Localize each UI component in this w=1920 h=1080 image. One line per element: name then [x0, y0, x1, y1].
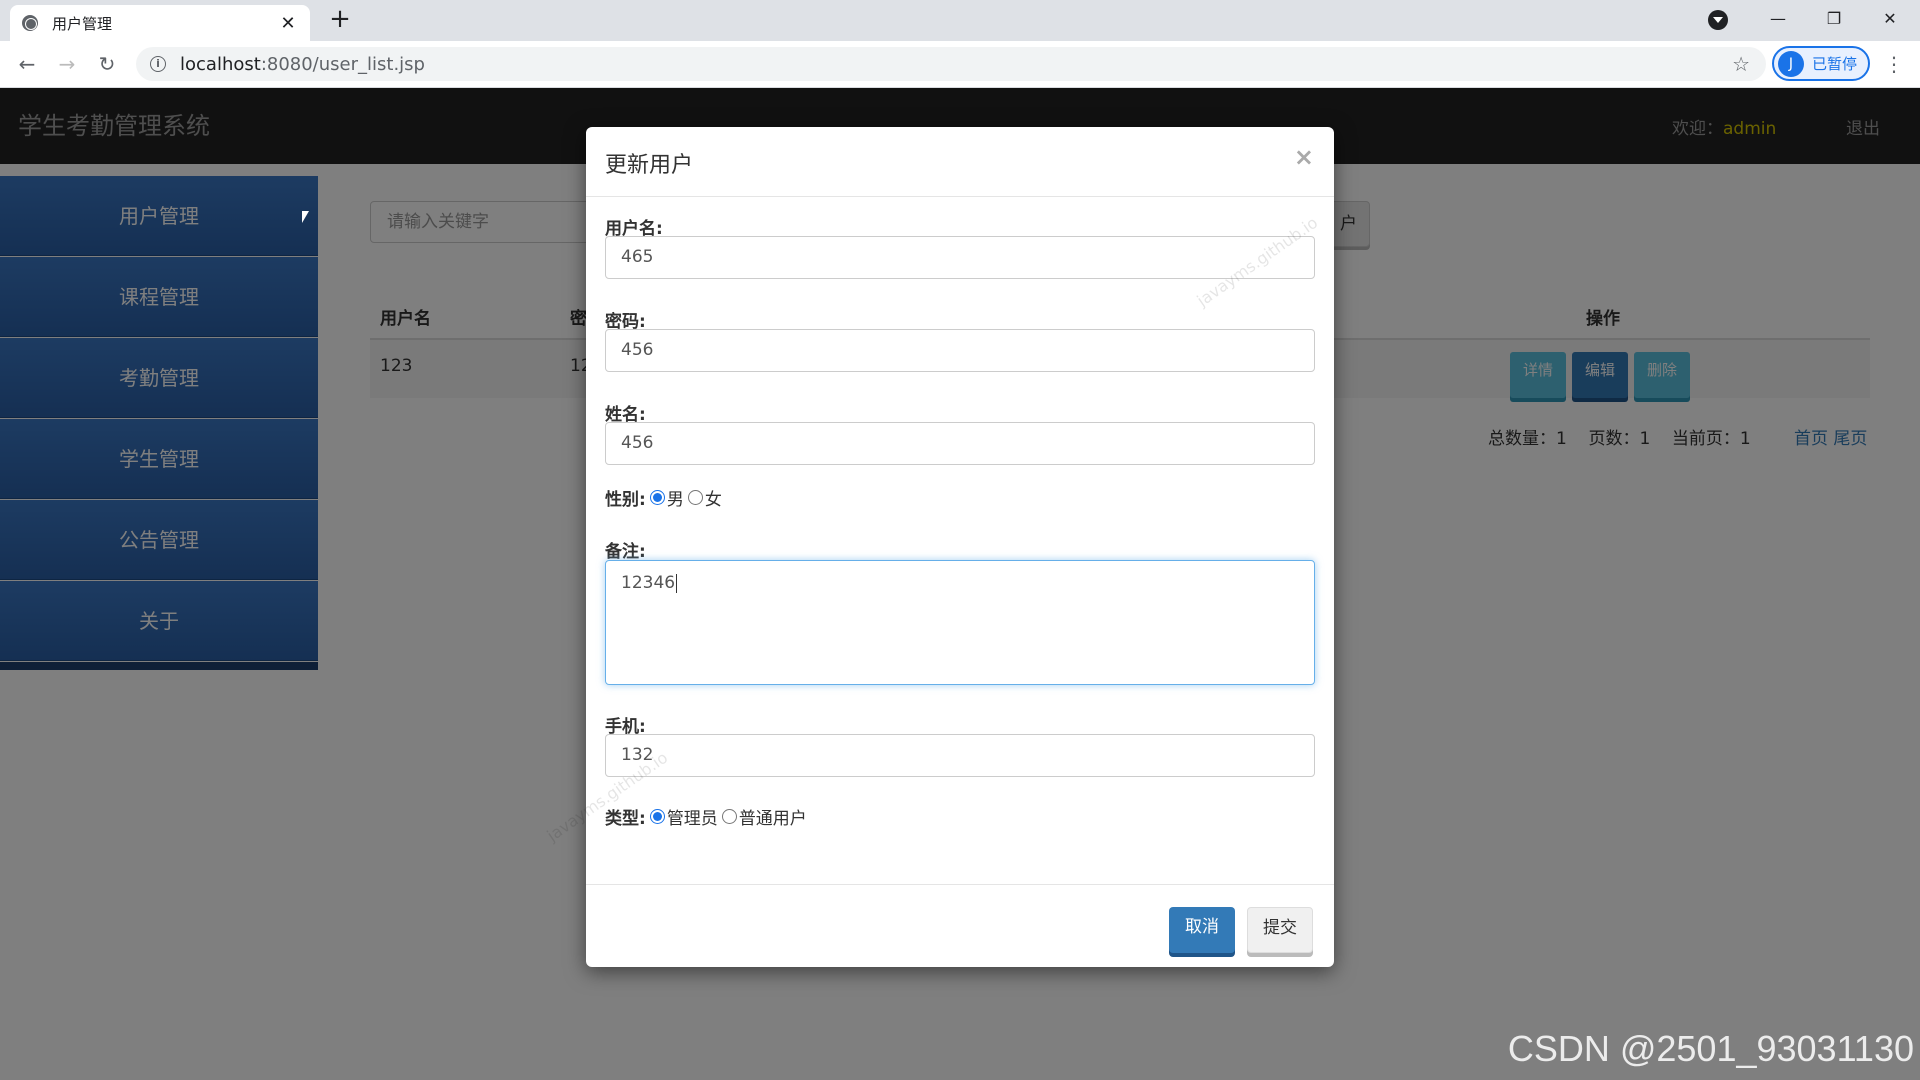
- window-close-icon[interactable]: ✕: [1862, 0, 1918, 36]
- page: 学生考勤管理系统 欢迎：admin 退出 用户管理 课程管理 考勤管理 学生管理…: [0, 88, 1920, 1080]
- gender-female-radio[interactable]: [687, 490, 703, 505]
- gender-female-label[interactable]: 女: [705, 485, 722, 510]
- minimize-icon[interactable]: —: [1750, 0, 1806, 36]
- tab-title: 用户管理: [52, 14, 113, 33]
- remark-textarea[interactable]: 12346: [605, 560, 1315, 685]
- username-field[interactable]: 465: [605, 236, 1315, 279]
- dialog-title: 更新用户: [605, 153, 694, 178]
- bookmark-star-icon[interactable]: ☆: [1732, 52, 1750, 76]
- address-bar[interactable]: i localhost:8080/user_list.jsp ☆: [136, 47, 1766, 81]
- cancel-button[interactable]: 取消: [1169, 907, 1235, 953]
- type-normal-radio[interactable]: [721, 809, 737, 824]
- menu-kebab-icon[interactable]: ⋮: [1884, 54, 1904, 74]
- type-group: 类型: 管理员 普通用户: [605, 804, 807, 829]
- csdn-watermark: CSDN @2501_93031130: [1507, 1028, 1914, 1069]
- new-tab-icon[interactable]: +: [326, 6, 354, 34]
- close-icon[interactable]: ×: [1294, 143, 1314, 171]
- site-info-icon[interactable]: i: [150, 56, 166, 72]
- restore-icon[interactable]: ❐: [1806, 0, 1862, 36]
- dialog-footer: 取消 提交: [586, 884, 1334, 967]
- tab-close-icon[interactable]: ✕: [278, 13, 298, 34]
- profile-button[interactable]: J 已暂停: [1772, 46, 1870, 81]
- browser-tab[interactable]: 用户管理 ✕: [10, 5, 310, 41]
- reload-icon[interactable]: ↻: [92, 49, 122, 79]
- name-field[interactable]: 456: [605, 422, 1315, 465]
- type-label: 类型:: [605, 809, 646, 829]
- browser-tab-strip: 用户管理 ✕ + — ❐ ✕: [0, 0, 1920, 41]
- forward-icon[interactable]: →: [52, 49, 82, 79]
- browser-toolbar: ← → ↻ i localhost:8080/user_list.jsp ☆ J…: [0, 41, 1920, 88]
- gender-group: 性别: 男 女: [605, 485, 722, 510]
- avatar: J: [1778, 50, 1804, 77]
- mouse-cursor-icon: [302, 211, 309, 223]
- type-normal-label[interactable]: 普通用户: [739, 804, 807, 829]
- globe-icon: [22, 15, 38, 31]
- back-icon[interactable]: ←: [12, 49, 42, 79]
- remark-label: 备注:: [605, 542, 646, 562]
- update-user-dialog: 更新用户 × 用户名: 465 密码: 456 姓名: 456 性别: 男 女 …: [543, 127, 1334, 967]
- type-admin-radio[interactable]: [649, 809, 665, 824]
- gender-label: 性别:: [605, 490, 646, 510]
- url-text: localhost:8080/user_list.jsp: [180, 53, 425, 75]
- gender-male-label[interactable]: 男: [667, 485, 684, 510]
- phone-field[interactable]: 132: [605, 734, 1315, 777]
- profile-status: 已暂停: [1812, 55, 1858, 73]
- type-admin-label[interactable]: 管理员: [667, 804, 718, 829]
- gender-male-radio[interactable]: [649, 490, 665, 505]
- submit-button[interactable]: 提交: [1247, 907, 1313, 953]
- password-field[interactable]: 456: [605, 329, 1315, 372]
- tab-search-icon[interactable]: [1708, 10, 1728, 30]
- dialog-header: 更新用户 ×: [586, 127, 1334, 197]
